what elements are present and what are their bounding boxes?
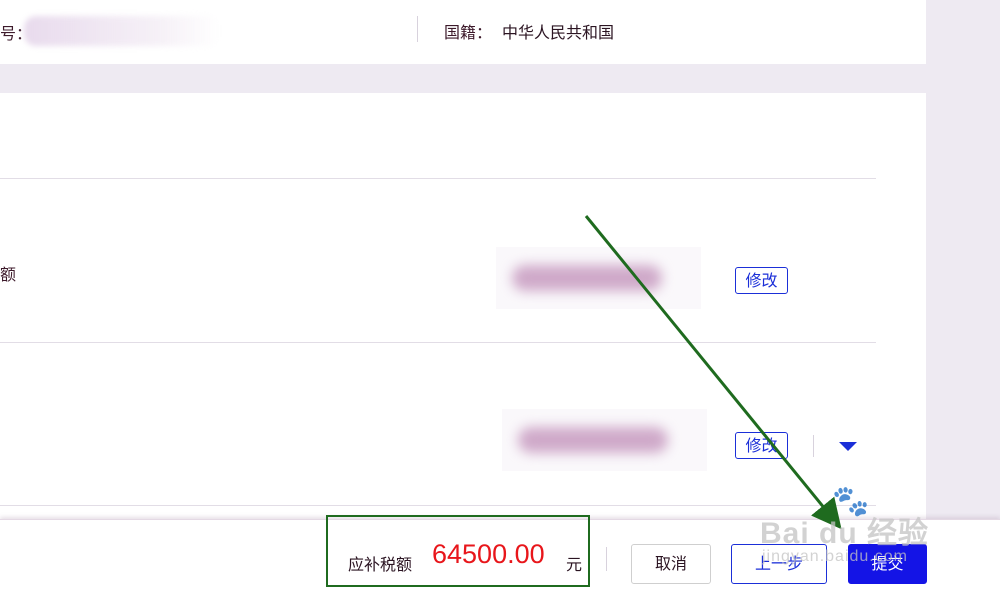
- row-divider: [0, 342, 876, 343]
- row-2-separator: [813, 435, 814, 457]
- row-2-value-redacted: [502, 409, 707, 471]
- tax-details-card: 额 修改 修改: [0, 93, 926, 519]
- tax-due-unit: 元: [566, 555, 583, 574]
- info-divider: [417, 16, 418, 42]
- tax-due-highlight: 应补税额 64500.00 元: [326, 515, 590, 587]
- action-footer: 应补税额 64500.00 元 取消 上一步 提交: [0, 515, 1000, 590]
- tax-due-label: 应补税额: [348, 555, 413, 574]
- id-number-value-redacted: [24, 16, 220, 46]
- row-divider: [0, 505, 876, 506]
- row-divider: [0, 178, 876, 179]
- tax-due-amount: 64500.00: [432, 539, 545, 569]
- submit-button[interactable]: 提交: [848, 544, 927, 584]
- nationality-label: 国籍：: [444, 23, 493, 42]
- page-background-strip: [926, 0, 1000, 520]
- caret-down-icon[interactable]: [839, 442, 857, 451]
- row-1-edit-button[interactable]: 修改: [735, 267, 788, 294]
- row-2-edit-button[interactable]: 修改: [735, 432, 788, 459]
- row-1-value-redacted: [496, 247, 701, 309]
- taxpayer-info-card: 号： 国籍： 中华人民共和国: [0, 0, 926, 64]
- nationality-value: 中华人民共和国: [502, 23, 615, 42]
- previous-step-button[interactable]: 上一步: [731, 544, 827, 584]
- row-1-label: 额: [0, 265, 17, 284]
- footer-divider: [606, 547, 607, 571]
- cancel-button[interactable]: 取消: [631, 544, 711, 584]
